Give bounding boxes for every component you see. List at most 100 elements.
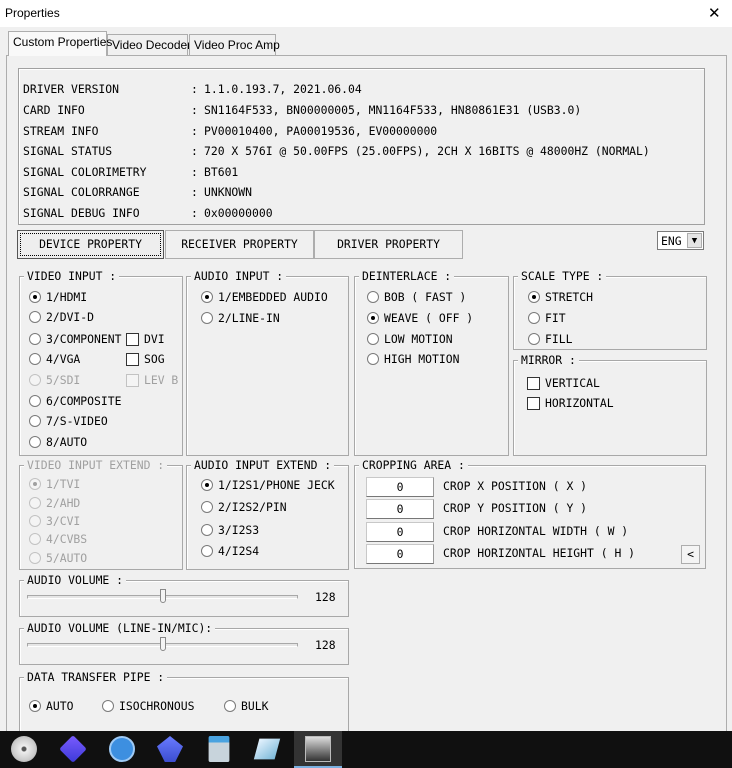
info-label: STREAM INFO [23, 124, 99, 138]
transfer-title: DATA TRANSFER PIPE : [24, 671, 168, 683]
checkbox[interactable] [527, 397, 540, 410]
disc-app-icon[interactable] [11, 736, 37, 762]
crop-label: CROP HORIZONTAL HEIGHT ( H ) [443, 546, 636, 560]
scale-type-title: SCALE TYPE : [518, 270, 607, 282]
info-label: SIGNAL STATUS [23, 144, 113, 158]
radio-button[interactable] [367, 333, 379, 345]
radio-button[interactable] [29, 415, 41, 427]
audio-volume-line-title: AUDIO VOLUME (LINE-IN/MIC): [24, 622, 216, 634]
checkbox[interactable] [527, 377, 540, 390]
slider-value: 128 [315, 590, 336, 604]
radio-button[interactable] [29, 395, 41, 407]
radio-button [29, 497, 41, 509]
device-property-button[interactable]: DEVICE PROPERTY [17, 230, 164, 259]
radio-button[interactable] [201, 501, 213, 513]
radio-label: 1/TVI [46, 477, 81, 491]
audio-volume-title: AUDIO VOLUME : [24, 574, 127, 586]
radio-label: 4/VGA [46, 352, 81, 366]
radio-button[interactable] [528, 333, 540, 345]
driver-property-button[interactable]: DRIVER PROPERTY [314, 230, 463, 259]
radio-label: HIGH MOTION [384, 352, 460, 366]
crop-input[interactable]: 0 [366, 522, 434, 542]
tab-custom-properties[interactable]: Custom Properties [8, 31, 112, 56]
info-value: 720 X 576I @ 50.00FPS (25.00FPS), 2CH X … [204, 144, 650, 158]
radio-label: BOB ( FAST ) [384, 290, 467, 304]
info-colon: : [191, 185, 198, 199]
radio-button[interactable] [201, 291, 213, 303]
deinterlace-title: DEINTERLACE : [359, 270, 455, 282]
radio-label: 4/I2S4 [218, 544, 260, 558]
info-value: SN1164F533, BN00000005, MN1164F533, HN80… [204, 103, 582, 117]
slider-thumb[interactable] [160, 589, 167, 603]
video-input-title: VIDEO INPUT : [24, 270, 120, 282]
checkbox[interactable] [126, 353, 139, 366]
info-colon: : [191, 124, 198, 138]
radio-button[interactable] [201, 312, 213, 324]
radio-label: 5/AUTO [46, 551, 88, 565]
checkbox-label: SOG [144, 352, 165, 366]
transfer-label: AUTO [46, 699, 74, 713]
radio-label: 2/DVI-D [46, 310, 95, 324]
radio-button[interactable] [29, 291, 41, 303]
qbittorrent-icon[interactable] [109, 736, 135, 762]
crop-input[interactable]: 0 [366, 477, 434, 497]
radio-button[interactable] [528, 291, 540, 303]
receiver-property-button[interactable]: RECEIVER PROPERTY [165, 230, 314, 259]
radio-label: 2/I2S2/PIN [218, 500, 287, 514]
transfer-radio[interactable] [224, 700, 236, 712]
radio-button[interactable] [367, 291, 379, 303]
info-value: PV00010400, PA00019536, EV00000000 [204, 124, 438, 138]
radio-label: 1/EMBEDDED AUDIO [218, 290, 328, 304]
amarec-icon[interactable] [305, 736, 331, 762]
crop-label: CROP HORIZONTAL WIDTH ( W ) [443, 524, 629, 538]
radio-label: 2/AHD [46, 496, 81, 510]
close-button[interactable]: ✕ [708, 4, 721, 22]
video-input-extend-title: VIDEO INPUT EXTEND : [24, 459, 168, 471]
info-value: 0x00000000 [204, 206, 273, 220]
radio-label: 5/SDI [46, 373, 81, 387]
transfer-radio[interactable] [102, 700, 114, 712]
radio-button [29, 374, 41, 386]
radio-label: 7/S-VIDEO [46, 414, 108, 428]
transfer-radio[interactable] [29, 700, 41, 712]
language-value: ENG [661, 234, 682, 248]
audio-input-title: AUDIO INPUT : [191, 270, 287, 282]
info-colon: : [191, 82, 198, 96]
radio-button[interactable] [29, 353, 41, 365]
transfer-label: ISOCHRONOUS [119, 699, 195, 713]
window-title: Properties [5, 6, 60, 20]
radio-label: FILL [545, 332, 573, 346]
slider-thumb[interactable] [160, 637, 167, 651]
info-label: SIGNAL COLORRANGE [23, 185, 140, 199]
crop-input[interactable]: 0 [366, 544, 434, 564]
radio-button[interactable] [367, 312, 379, 324]
radio-button [29, 515, 41, 527]
checkbox-label: DVI [144, 332, 165, 346]
radio-button[interactable] [367, 353, 379, 365]
radio-button[interactable] [201, 545, 213, 557]
radio-button[interactable] [29, 333, 41, 345]
crop-label: CROP X POSITION ( X ) [443, 479, 588, 493]
radio-button[interactable] [29, 436, 41, 448]
radio-button[interactable] [201, 479, 213, 491]
crop-input[interactable]: 0 [366, 499, 434, 519]
checkbox[interactable] [126, 333, 139, 346]
radio-label: 6/COMPOSITE [46, 394, 122, 408]
title-bar [0, 0, 732, 27]
radio-button[interactable] [29, 311, 41, 323]
tab-video-proc-amp[interactable]: Video Proc Amp [189, 34, 280, 55]
tab-video-decoder[interactable]: Video Decoder [107, 34, 191, 55]
info-colon: : [191, 103, 198, 117]
radio-button[interactable] [201, 524, 213, 536]
info-value: UNKNOWN [204, 185, 253, 199]
info-value: BT601 [204, 165, 239, 179]
language-select[interactable]: ENG ▼ [657, 231, 704, 250]
calculator-icon[interactable] [208, 736, 230, 762]
radio-label: STRETCH [545, 290, 594, 304]
radio-label: FIT [545, 311, 566, 325]
radio-button[interactable] [528, 312, 540, 324]
collapse-button[interactable]: < [681, 545, 700, 564]
radio-label: 3/COMPONENT [46, 332, 122, 346]
info-label: DRIVER VERSION [23, 82, 120, 96]
chevron-down-icon[interactable]: ▼ [687, 233, 702, 248]
